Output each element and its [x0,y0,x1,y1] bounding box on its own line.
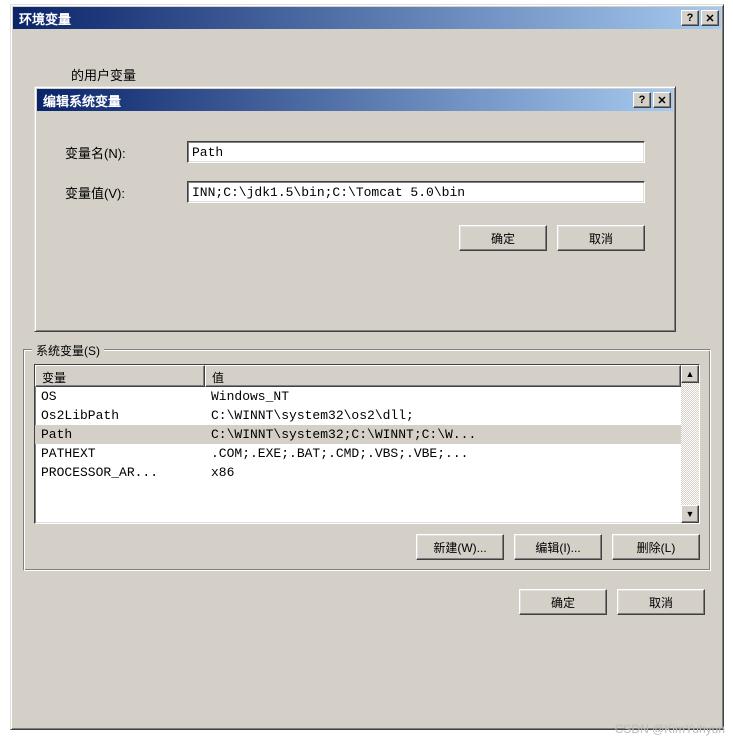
edit-dialog-title: 编辑系统变量 [43,91,631,110]
edit-cancel-button[interactable]: 取消 [557,225,645,251]
delete-button[interactable]: 删除(L) [612,534,700,560]
system-variables-groupbox: 系统变量(S) 变量 值 OS Windows_NT Os2LibPath [23,349,711,571]
table-row[interactable]: Os2LibPath C:\WINNT\system32\os2\dll; [35,406,681,425]
variable-value-input[interactable] [187,181,645,203]
system-variables-title: 系统变量(S) [32,342,104,359]
table-row[interactable]: OS Windows_NT [35,387,681,406]
edit-ok-button[interactable]: 确定 [459,225,547,251]
system-variables-list[interactable]: 变量 值 OS Windows_NT Os2LibPath C:\WINNT\s… [34,364,700,524]
scroll-track[interactable] [681,383,699,505]
edit-close-button[interactable]: ✕ [653,92,671,108]
header-value[interactable]: 值 [205,365,681,387]
parent-ok-button[interactable]: 确定 [519,589,607,615]
header-variable[interactable]: 变量 [35,365,205,387]
user-variables-partial-label: 的用户变量 [71,65,136,84]
table-row[interactable]: PROCESSOR_AR... x86 [35,463,681,482]
edit-button[interactable]: 编辑(I)... [514,534,602,560]
variable-name-input[interactable] [187,141,645,163]
scroll-down-button[interactable]: ▼ [681,505,699,523]
edit-help-button[interactable]: ? [633,92,651,108]
parent-help-button[interactable]: ? [681,10,699,26]
list-body: OS Windows_NT Os2LibPath C:\WINNT\system… [35,387,681,482]
new-button[interactable]: 新建(W)... [416,534,504,560]
list-header: 变量 值 [35,365,681,387]
table-row[interactable]: PATHEXT .COM;.EXE;.BAT;.CMD;.VBS;.VBE;..… [35,444,681,463]
variable-value-label: 变量值(V): [47,183,187,202]
parent-close-button[interactable]: ✕ [701,10,719,26]
parent-cancel-button[interactable]: 取消 [617,589,705,615]
watermark-text: CSDN @KimYuhyun [615,722,725,736]
parent-titlebar: 环境变量 ? ✕ [13,7,721,29]
edit-titlebar: 编辑系统变量 ? ✕ [37,89,673,111]
scroll-up-button[interactable]: ▲ [681,365,699,383]
table-row[interactable]: Path C:\WINNT\system32;C:\WINNT;C:\W... [35,425,681,444]
list-scrollbar[interactable]: ▲ ▼ [681,365,699,523]
parent-window-title: 环境变量 [19,9,679,28]
variable-name-label: 变量名(N): [47,143,187,162]
edit-system-variable-dialog: 编辑系统变量 ? ✕ 变量名(N): 变量值(V): 确定 取消 [34,86,676,332]
